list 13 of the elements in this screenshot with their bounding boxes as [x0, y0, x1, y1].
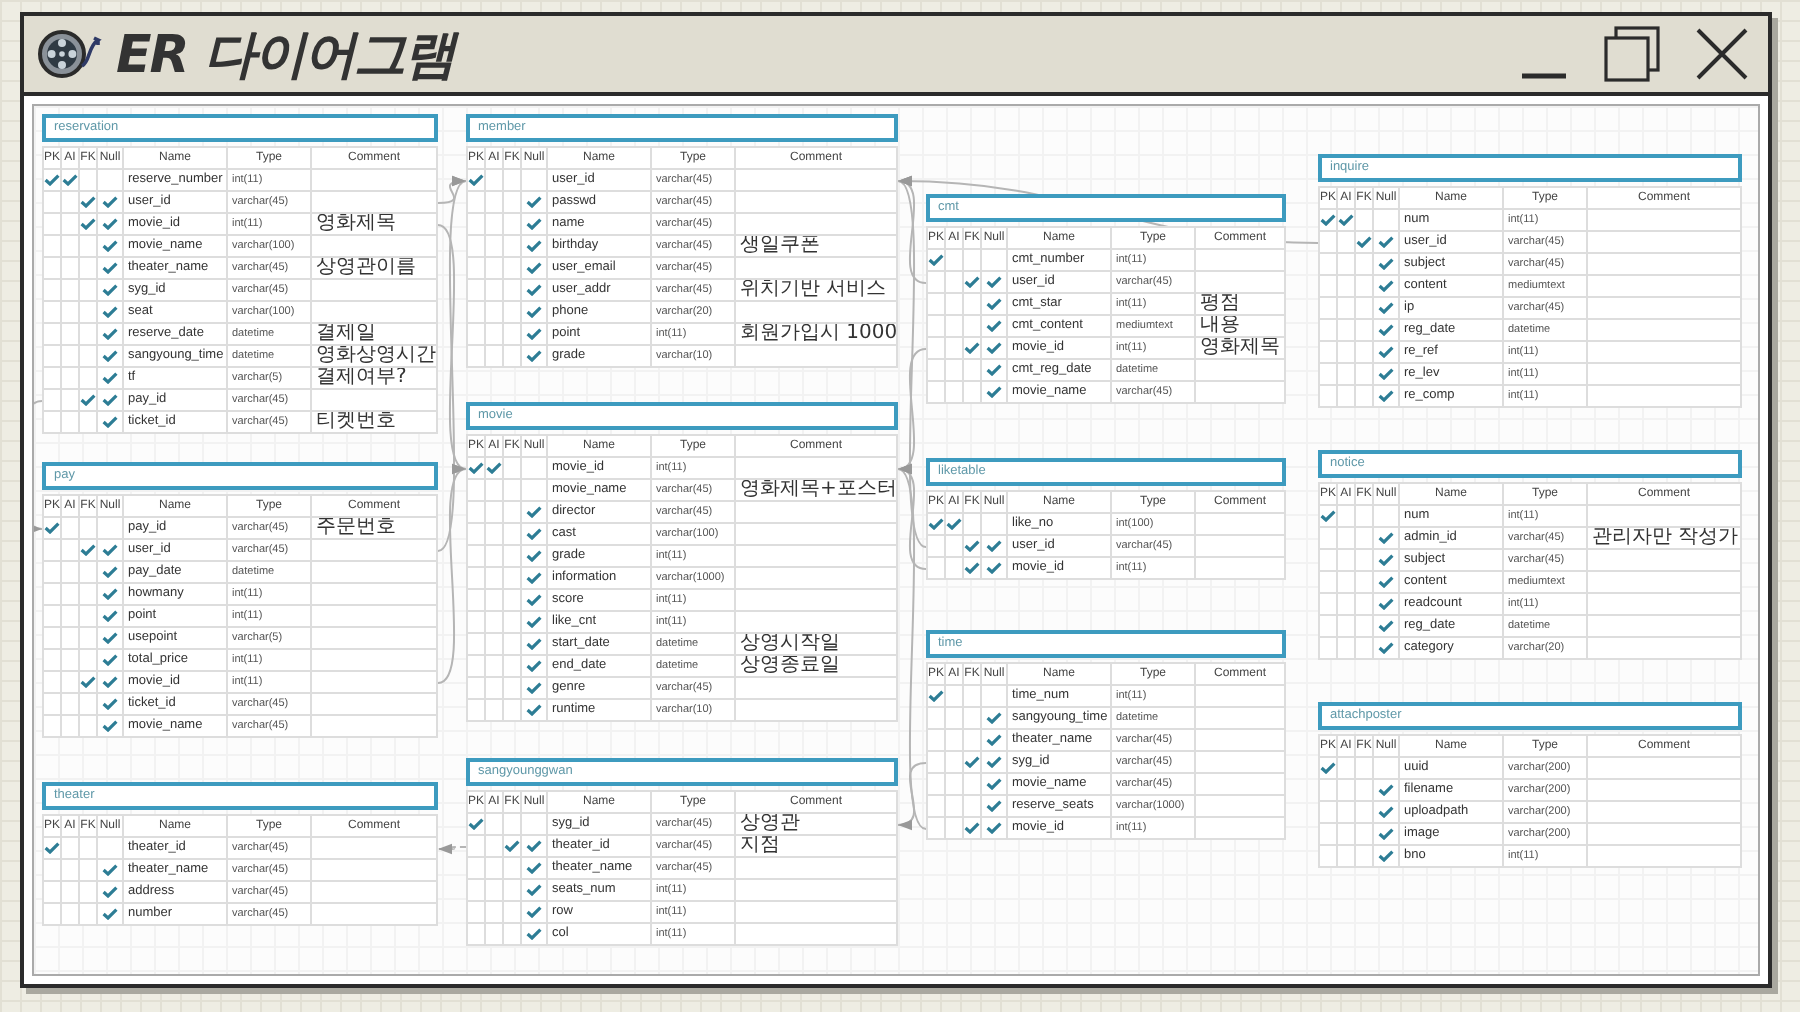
window-title: ER 다이어그램 [116, 23, 454, 89]
check-icon [1320, 510, 1336, 522]
check-icon [468, 174, 484, 186]
check-icon [928, 254, 944, 266]
check-icon [1320, 762, 1336, 774]
check-icon [44, 842, 60, 854]
close-icon[interactable] [1696, 28, 1748, 80]
check-icon [468, 818, 484, 830]
connector-line [437, 843, 467, 855]
check-icon [928, 690, 944, 702]
maximize-icon[interactable] [1604, 26, 1660, 82]
check-icon [44, 522, 60, 534]
film-reel-icon [36, 26, 104, 82]
